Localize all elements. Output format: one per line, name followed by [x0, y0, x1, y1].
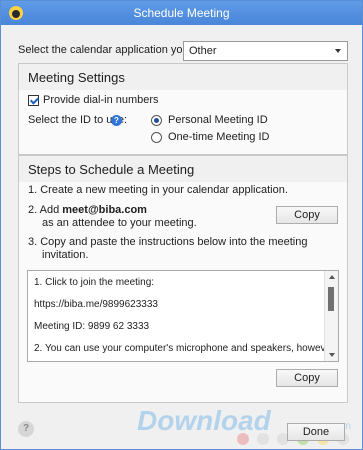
one-time-id-label: One-time Meeting ID	[168, 131, 270, 143]
scroll-up-arrow-icon[interactable]	[329, 275, 335, 279]
step-2-email: meet@biba.com	[62, 204, 147, 216]
copy-email-button[interactable]: Copy	[276, 206, 338, 224]
one-time-id-radio[interactable]	[151, 132, 162, 143]
personal-id-radio[interactable]	[151, 115, 162, 126]
footer-help-icon[interactable]: ?	[18, 421, 34, 437]
calendar-select[interactable]: Other	[183, 41, 348, 61]
window-title: Schedule Meeting	[133, 6, 230, 20]
dot-gray	[257, 433, 269, 445]
steps-panel: Steps to Schedule a Meeting 1. Create a …	[18, 155, 348, 403]
scroll-down-arrow-icon[interactable]	[329, 353, 335, 357]
step-1-text: 1. Create a new meeting in your calendar…	[28, 184, 288, 196]
instructions-textarea[interactable]: 1. Click to join the meeting: https://bi…	[27, 270, 339, 362]
scroll-thumb[interactable]	[328, 287, 334, 311]
step-3-line-1: 3. Copy and paste the instructions below…	[28, 236, 308, 248]
instructions-line-1: 1. Click to join the meeting:	[34, 277, 155, 288]
chevron-down-icon	[335, 49, 341, 53]
done-button[interactable]: Done	[287, 423, 345, 441]
meeting-settings-header: Meeting Settings	[19, 64, 347, 90]
step-2-text: 2. Add meet@biba.com	[28, 204, 147, 216]
step-2-line-2: as an attendee to your meeting.	[42, 217, 197, 229]
help-icon[interactable]: ?	[111, 115, 122, 126]
dot-red	[237, 433, 249, 445]
personal-id-label: Personal Meeting ID	[168, 114, 268, 126]
step-2-prefix: 2. Add	[28, 204, 63, 216]
instructions-scrollbar[interactable]	[324, 271, 338, 361]
meeting-settings-panel: Meeting Settings Provide dial-in numbers…	[18, 63, 348, 155]
step-3-line-2: invitation.	[42, 249, 89, 261]
steps-header: Steps to Schedule a Meeting	[19, 156, 347, 182]
schedule-meeting-window: Schedule Meeting Select the calendar app…	[0, 0, 363, 450]
content-area: Select the calendar application you use:…	[1, 25, 362, 449]
calendar-select-value: Other	[189, 45, 217, 57]
instructions-line-2: https://biba.me/9899623333	[34, 299, 158, 310]
titlebar: Schedule Meeting	[1, 1, 362, 25]
instructions-line-4: 2. You can use your computer's microphon…	[34, 343, 339, 354]
copy-instructions-button[interactable]: Copy	[276, 369, 338, 387]
instructions-line-3: Meeting ID: 9899 62 3333	[34, 321, 150, 332]
dial-in-checkbox[interactable]	[28, 95, 39, 106]
dial-in-label: Provide dial-in numbers	[43, 94, 159, 106]
calendar-select-row: Select the calendar application you use:…	[18, 41, 348, 61]
